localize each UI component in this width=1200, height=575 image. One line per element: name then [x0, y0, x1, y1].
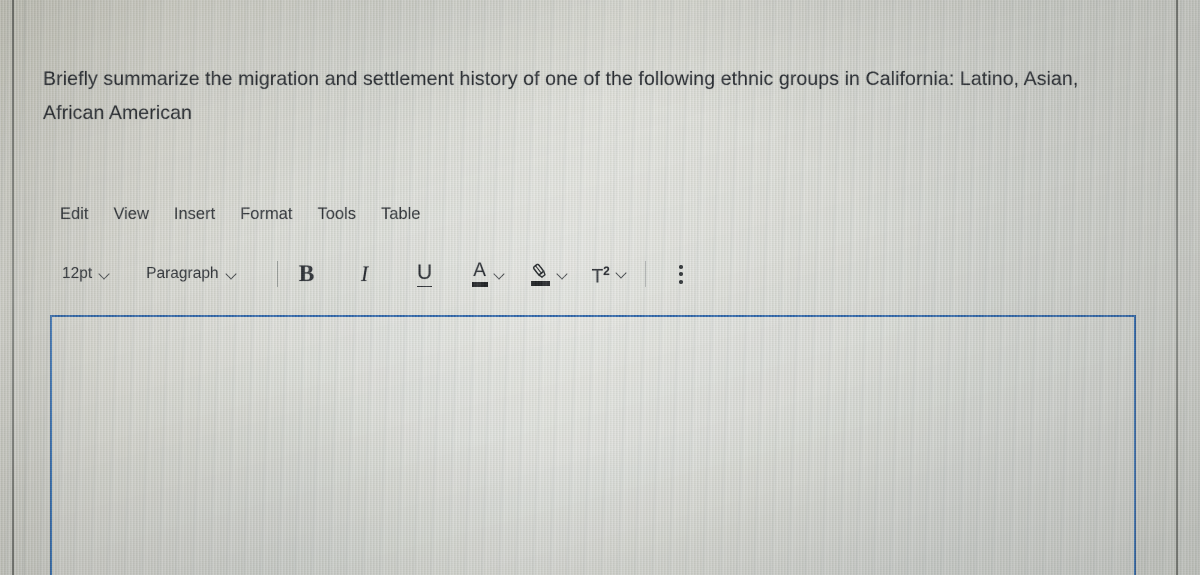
bold-button[interactable]: B — [294, 259, 320, 289]
toolbar-divider — [644, 261, 646, 287]
more-dot — [678, 272, 683, 276]
font-size-value: 12pt — [62, 265, 93, 282]
italic-button[interactable]: I — [352, 259, 378, 289]
underline-bar-icon — [417, 285, 433, 288]
menu-item-tools[interactable]: Tools — [317, 203, 369, 226]
highlight-color-dropdown[interactable] — [531, 262, 568, 286]
more-dot — [678, 279, 683, 284]
text-color-dropdown[interactable]: A — [471, 259, 505, 287]
font-size-dropdown[interactable]: 12pt — [62, 265, 110, 283]
superscript-exponent: 2 — [603, 263, 610, 278]
menu-item-format[interactable]: Format — [240, 203, 305, 226]
editor-page: Briefly summarize the migration and sett… — [0, 0, 1200, 575]
toolbar-divider — [276, 261, 278, 287]
menu-item-table[interactable]: Table — [381, 203, 433, 226]
menu-item-edit[interactable]: Edit — [60, 203, 101, 226]
photographed-screen: Briefly summarize the migration and sett… — [0, 0, 1200, 575]
underline-button[interactable]: U — [412, 259, 438, 289]
superscript-base: T — [591, 266, 604, 288]
chevron-down-icon — [99, 269, 110, 280]
block-format-dropdown[interactable]: Paragraph — [146, 265, 236, 283]
text-color-label: A — [473, 259, 486, 281]
chevron-down-icon — [557, 269, 568, 280]
more-dot — [678, 264, 683, 269]
more-vertical-icon[interactable] — [670, 259, 692, 289]
chevron-down-icon — [226, 269, 237, 280]
formatting-toolbar: 12pt Paragraph B I U A T2 — [62, 258, 692, 290]
underline-label: U — [416, 260, 433, 284]
menu-item-insert[interactable]: Insert — [174, 203, 228, 226]
chevron-down-icon — [494, 269, 505, 280]
highlighter-pen-icon — [531, 262, 551, 286]
superscript-icon: T2 — [592, 261, 610, 287]
text-color-swatch — [471, 281, 488, 287]
question-prompt-text: Briefly summarize the migration and sett… — [43, 68, 1079, 124]
menu-item-view[interactable]: View — [113, 203, 161, 226]
editor-menubar: Edit View Insert Format Tools Table — [60, 203, 433, 226]
rich-text-editor-body[interactable] — [50, 315, 1136, 575]
text-color-icon: A — [471, 259, 488, 287]
chevron-down-icon — [616, 268, 627, 279]
highlight-color-swatch — [531, 281, 551, 286]
superscript-dropdown[interactable]: T2 — [592, 261, 627, 287]
block-format-value: Paragraph — [146, 265, 219, 282]
